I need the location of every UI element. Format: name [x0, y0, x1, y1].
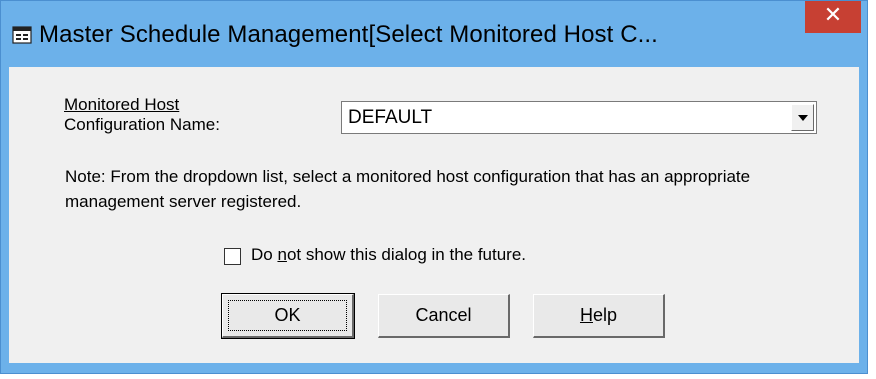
config-name-label-line2: Configuration Name:	[64, 115, 220, 134]
close-icon: ✕	[823, 3, 843, 28]
config-name-value: DEFAULT	[348, 107, 433, 128]
do-not-show-label[interactable]: Do not show this dialog in the future.	[251, 245, 526, 265]
config-name-label-line1: Monitored Host	[64, 95, 180, 114]
help-button[interactable]: Help	[533, 294, 665, 338]
do-not-show-checkbox[interactable]	[224, 248, 241, 265]
config-name-label: Monitored Host Configuration Name:	[64, 95, 220, 135]
title-bar[interactable]: Master Schedule Management[Select Monito…	[1, 1, 867, 67]
window-title: Master Schedule Management[Select Monito…	[39, 21, 658, 48]
cancel-button[interactable]: Cancel	[378, 294, 510, 338]
dialog-window: Master Schedule Management[Select Monito…	[0, 0, 868, 374]
close-button[interactable]: ✕	[805, 1, 861, 33]
dialog-body: Monitored Host Configuration Name: DEFAU…	[9, 67, 859, 363]
chevron-down-icon[interactable]	[791, 104, 814, 131]
note-text: Note: From the dropdown list, select a m…	[65, 167, 751, 211]
app-window-icon	[12, 26, 32, 44]
focus-rectangle	[228, 300, 347, 331]
ok-button[interactable]: OK	[221, 293, 355, 339]
config-name-dropdown[interactable]: DEFAULT	[341, 101, 817, 134]
